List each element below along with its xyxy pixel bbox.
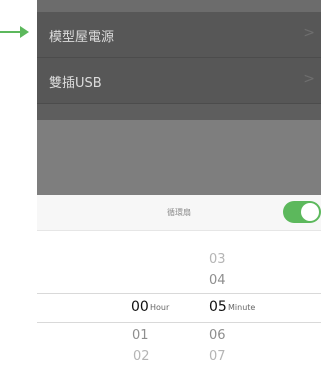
minute-selected: 05 xyxy=(209,299,227,315)
sheet-top-band xyxy=(37,0,321,12)
hour-below-2: 02 xyxy=(133,349,150,364)
selection-band xyxy=(37,293,321,323)
chevron-right-icon: > xyxy=(303,71,315,87)
menu-item-label: 雙插USB xyxy=(49,76,102,91)
minute-unit: Minute xyxy=(228,303,256,312)
picker-toggle[interactable] xyxy=(283,201,321,223)
menu-item-label: 模型屋電源 xyxy=(49,30,115,45)
menu-footer-gap xyxy=(37,104,321,120)
hour-selected: 00 xyxy=(131,299,149,315)
menu-item-model-house-power[interactable]: 模型屋電源 > xyxy=(37,12,321,58)
minute-below-2: 07 xyxy=(209,349,226,364)
toggle-knob xyxy=(301,203,319,221)
hour-unit: Hour xyxy=(150,303,170,312)
chevron-right-icon: > xyxy=(303,25,315,41)
picker-header: 循環扇 xyxy=(37,195,321,231)
minute-below-1: 06 xyxy=(209,328,226,343)
screen: 模型屋電源 > 雙插USB > 循環扇 00 Hour 01 02 03 04 … xyxy=(0,0,321,380)
minute-above-2: 03 xyxy=(209,252,226,267)
timer-picker: 循環扇 00 Hour 01 02 03 04 05 Minute 06 07 xyxy=(37,195,321,380)
menu-item-dual-usb[interactable]: 雙插USB > xyxy=(37,58,321,104)
hour-below-1: 01 xyxy=(132,328,149,343)
dimmed-menu-sheet: 模型屋電源 > 雙插USB > xyxy=(37,0,321,195)
minute-above-1: 04 xyxy=(209,273,226,288)
picker-title: 循環扇 xyxy=(167,208,191,217)
green-arrow-icon xyxy=(0,26,29,38)
